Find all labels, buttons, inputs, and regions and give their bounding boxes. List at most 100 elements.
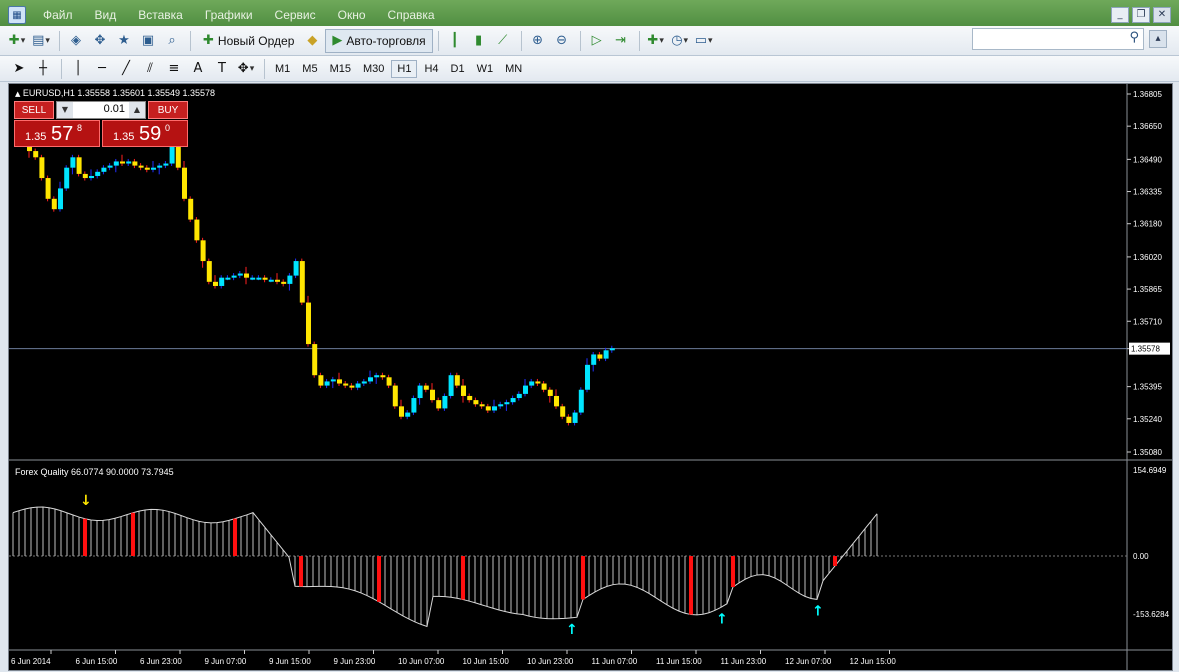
time-tick-label: 9 Jun 15:00 bbox=[269, 657, 311, 666]
terminal-icon[interactable]: ▣ bbox=[137, 30, 159, 52]
fibonacci-icon[interactable]: ≡ bbox=[163, 58, 185, 80]
candle-body bbox=[250, 277, 256, 280]
collapse-toolbar-icon[interactable]: ▴ bbox=[1149, 30, 1167, 48]
candle-body bbox=[386, 377, 392, 386]
trendline-icon[interactable]: ╱ bbox=[115, 58, 137, 80]
close-icon[interactable]: ✕ bbox=[1153, 7, 1171, 23]
candle-body bbox=[126, 161, 132, 164]
candle-body bbox=[287, 275, 293, 284]
periods-icon[interactable]: ◷ bbox=[669, 30, 691, 52]
sell-button[interactable]: SELL bbox=[14, 101, 54, 119]
timeframe-m1[interactable]: M1 bbox=[270, 61, 295, 77]
toolbar-separator bbox=[190, 30, 191, 51]
line-chart-icon[interactable]: ⟋ bbox=[492, 30, 514, 52]
new-order-label: Новый Ордер bbox=[217, 33, 295, 48]
candlestick-icon[interactable]: ▮ bbox=[468, 30, 490, 52]
price-chart[interactable]: 1.36805 1.36650 1.36490 1.36335 1.36180 1.360… bbox=[9, 84, 1172, 670]
sell-price-prefix: 1.35 bbox=[25, 131, 47, 143]
zoom-out-icon[interactable]: ⊖ bbox=[551, 30, 573, 52]
profiles-icon[interactable]: ▤ bbox=[30, 30, 52, 52]
menu-charts[interactable]: Графики bbox=[194, 8, 264, 22]
timeframe-mn[interactable]: MN bbox=[500, 61, 527, 77]
candle-body bbox=[82, 173, 88, 179]
timeframe-h4[interactable]: H4 bbox=[419, 61, 443, 77]
candle-body bbox=[399, 406, 404, 417]
candle-body bbox=[268, 279, 274, 282]
arrows-icon[interactable]: ✥ bbox=[235, 58, 257, 80]
buy-price[interactable]: 1.35 59 0 bbox=[102, 120, 188, 147]
data-window-icon[interactable]: ✥ bbox=[89, 30, 111, 52]
indicator-info: Forex Quality 66.0774 90.0000 73.7945 bbox=[15, 467, 174, 477]
buy-button[interactable]: BUY bbox=[148, 101, 188, 119]
candle-body bbox=[417, 385, 423, 399]
zoom-in-icon[interactable]: ⊕ bbox=[527, 30, 549, 52]
metaeditor-icon[interactable]: ◆ bbox=[301, 30, 323, 52]
candle-body bbox=[529, 381, 535, 386]
vertical-line-icon[interactable]: │ bbox=[67, 58, 89, 80]
horizontal-line-icon[interactable]: ─ bbox=[91, 58, 113, 80]
sell-price[interactable]: 1.35 57 8 bbox=[14, 120, 100, 147]
timeframe-w1[interactable]: W1 bbox=[472, 61, 499, 77]
timeframe-m5[interactable]: M5 bbox=[297, 61, 322, 77]
restore-icon[interactable]: ❐ bbox=[1132, 7, 1150, 23]
indicator-tick-label: -153.6284 bbox=[1133, 610, 1170, 619]
menu-help[interactable]: Справка bbox=[377, 8, 446, 22]
chart-shift-icon[interactable]: ⇥ bbox=[610, 30, 632, 52]
timeframe-m15[interactable]: M15 bbox=[325, 61, 356, 77]
equidistant-channel-icon[interactable]: ⫽ bbox=[139, 58, 161, 80]
candle-body bbox=[33, 151, 39, 158]
candle-body bbox=[355, 383, 361, 388]
minimize-icon[interactable]: _ bbox=[1111, 7, 1129, 23]
toolbar-separator bbox=[437, 30, 439, 51]
search-input[interactable]: ⚲ bbox=[972, 28, 1144, 50]
candle-body bbox=[361, 381, 367, 384]
candle-body bbox=[45, 178, 51, 199]
lot-decrease-icon[interactable]: ▼ bbox=[57, 102, 73, 118]
auto-trading-button[interactable]: ▶ Авто-торговля bbox=[325, 28, 433, 53]
candle-body bbox=[603, 350, 609, 359]
candle-body bbox=[120, 161, 125, 164]
text-icon[interactable]: A bbox=[187, 58, 209, 80]
search-icon[interactable]: ⚲ bbox=[1129, 30, 1139, 45]
new-order-button[interactable]: ✚ Новый Ордер bbox=[196, 29, 301, 53]
timeframe-d1[interactable]: D1 bbox=[446, 61, 470, 77]
bar-chart-icon[interactable]: ┃ bbox=[444, 30, 466, 52]
templates-icon[interactable]: ▭ bbox=[693, 30, 715, 52]
candle-body bbox=[585, 364, 590, 390]
lot-size-input[interactable]: ▼ 0.01 ▲ bbox=[56, 101, 146, 119]
cursor-icon[interactable]: ➤ bbox=[8, 58, 30, 80]
candle-body bbox=[597, 354, 603, 359]
indicators-icon[interactable]: ✚ bbox=[645, 30, 667, 52]
timeframe-h1[interactable]: H1 bbox=[391, 59, 418, 78]
market-watch-icon[interactable]: ◈ bbox=[65, 30, 87, 52]
toolbar-separator bbox=[59, 30, 60, 51]
price-tick-label: 1.36180 bbox=[1133, 220, 1162, 229]
collapse-info-icon[interactable]: ▲ bbox=[15, 90, 20, 98]
new-chart-icon[interactable]: ✚ bbox=[6, 30, 28, 52]
candle-body bbox=[349, 385, 355, 388]
menu-window[interactable]: Окно bbox=[327, 8, 377, 22]
chart-window[interactable]: 1.36805 1.36650 1.36490 1.36335 1.36180 1.360… bbox=[8, 83, 1173, 671]
candle-body bbox=[262, 277, 268, 280]
menu-tools[interactable]: Сервис bbox=[264, 8, 327, 22]
toolbar-separator bbox=[579, 30, 581, 51]
time-tick-label: 6 Jun 2014 bbox=[11, 657, 51, 666]
lot-increase-icon[interactable]: ▲ bbox=[129, 102, 145, 118]
app-icon[interactable]: ▦ bbox=[8, 6, 26, 24]
auto-scroll-icon[interactable]: ▷ bbox=[586, 30, 608, 52]
text-label-icon[interactable]: T bbox=[211, 58, 233, 80]
candle-body bbox=[554, 395, 559, 407]
candle-body bbox=[560, 406, 566, 417]
crosshair-icon[interactable]: ┼ bbox=[32, 58, 54, 80]
menu-file[interactable]: Файл bbox=[32, 8, 84, 22]
time-tick-label: 11 Jun 07:00 bbox=[592, 657, 638, 666]
candle-body bbox=[461, 385, 466, 396]
timeframe-m30[interactable]: M30 bbox=[358, 61, 389, 77]
candle-body bbox=[144, 167, 150, 170]
navigator-icon[interactable]: ★ bbox=[113, 30, 135, 52]
candle-body bbox=[411, 398, 417, 413]
candle-body bbox=[107, 165, 113, 168]
strategy-tester-icon[interactable]: ⌕ bbox=[161, 30, 183, 52]
menu-view[interactable]: Вид bbox=[84, 8, 128, 22]
menu-insert[interactable]: Вставка bbox=[127, 8, 194, 22]
